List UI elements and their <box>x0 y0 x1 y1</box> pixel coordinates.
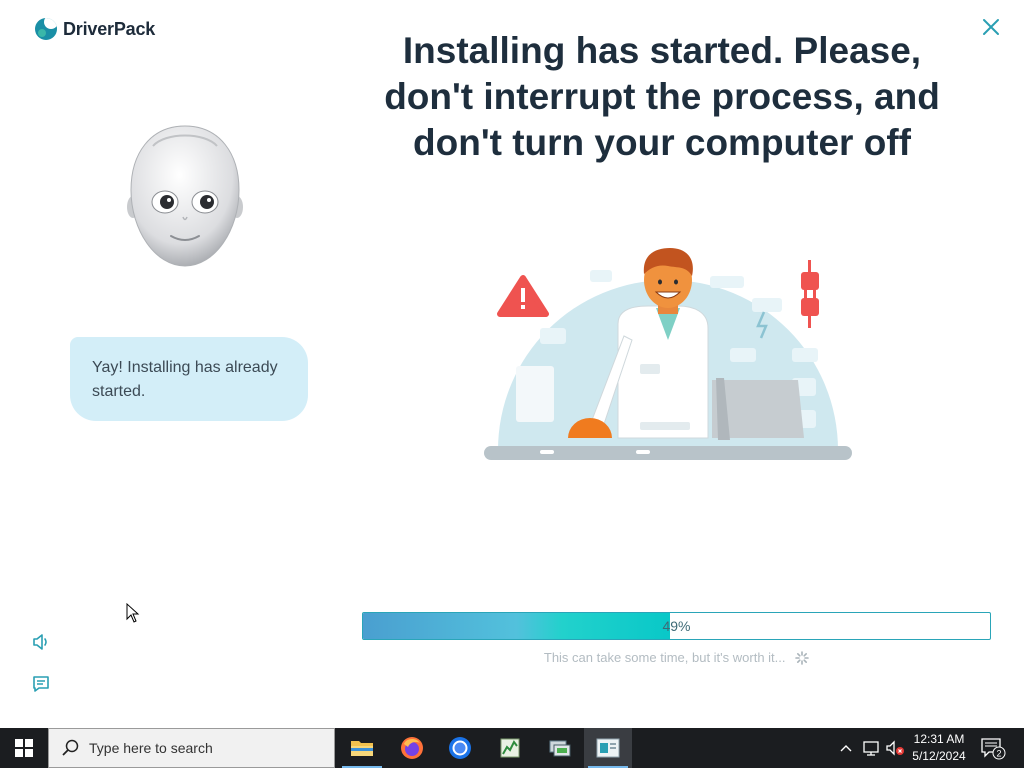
sound-button[interactable] <box>30 631 52 653</box>
plug-icon <box>801 260 819 328</box>
start-button[interactable] <box>0 728 48 768</box>
progress-hint-text: This can take some time, but it's worth … <box>543 650 786 665</box>
progress-hint: This can take some time, but it's worth … <box>362 650 991 665</box>
clock-time: 12:31 AM <box>913 732 965 746</box>
driverpack-logo-icon <box>35 18 57 40</box>
chrome-icon <box>449 737 471 759</box>
chat-button[interactable] <box>30 673 52 695</box>
driverpack-app-icon <box>596 738 620 758</box>
warning-icon <box>497 275 549 317</box>
mouse-cursor <box>126 603 140 623</box>
taskbar-driverpack-app[interactable] <box>584 728 632 768</box>
taskbar-network-app[interactable] <box>536 728 584 768</box>
progress-percent-label: 49% <box>662 618 691 634</box>
clock-date: 5/12/2024 <box>912 749 966 763</box>
spinner-icon <box>795 651 809 665</box>
robot-avatar <box>127 125 243 267</box>
taskbar-firefox[interactable] <box>388 728 436 768</box>
network-icon[interactable] <box>861 738 881 758</box>
firefox-icon <box>401 737 423 759</box>
taskbar-clock[interactable]: 12:31 AM 5/12/2024 <box>906 731 972 765</box>
page-headline: Installing has started. Please, don't in… <box>350 28 974 166</box>
network-app-icon <box>549 740 571 757</box>
volume-muted-icon[interactable] <box>884 738 906 758</box>
taskbar-file-explorer[interactable] <box>338 728 386 768</box>
headline-line-2: don't interrupt the process, and <box>384 76 940 117</box>
taskbar-task-manager[interactable] <box>486 728 534 768</box>
assistant-speech-bubble: Yay! Installing has already started. <box>70 337 308 421</box>
notification-icon: 2 <box>981 738 1006 760</box>
notification-count: 2 <box>996 749 1001 759</box>
close-icon <box>983 19 999 35</box>
folder-icon <box>351 741 373 756</box>
sound-icon <box>33 634 47 650</box>
search-icon <box>62 739 79 756</box>
search-placeholder: Type here to search <box>89 740 213 756</box>
driverpack-window: DriverPack Yay! Installing has already s… <box>0 0 1024 728</box>
installer-illustration <box>484 248 852 460</box>
notification-center-button[interactable]: 2 <box>980 736 1006 760</box>
install-progress-bar: 49% <box>362 612 991 640</box>
taskbar-search-box[interactable]: Type here to search <box>48 728 335 768</box>
headline-line-3: don't turn your computer off <box>413 122 911 163</box>
windows-logo-icon <box>15 739 33 757</box>
taskbar-chrome[interactable] <box>436 728 484 768</box>
chevron-up-icon[interactable] <box>838 738 854 758</box>
headline-line-1: Installing has started. Please, <box>402 30 922 71</box>
driverpack-logo: DriverPack <box>35 17 155 41</box>
task-manager-icon <box>500 738 520 758</box>
close-button[interactable] <box>978 14 1004 40</box>
logo-text: DriverPack <box>63 18 156 39</box>
chat-icon <box>33 676 49 692</box>
taskbar: Type here to search 12:31 AM 5/12/2024 2 <box>0 728 1024 768</box>
